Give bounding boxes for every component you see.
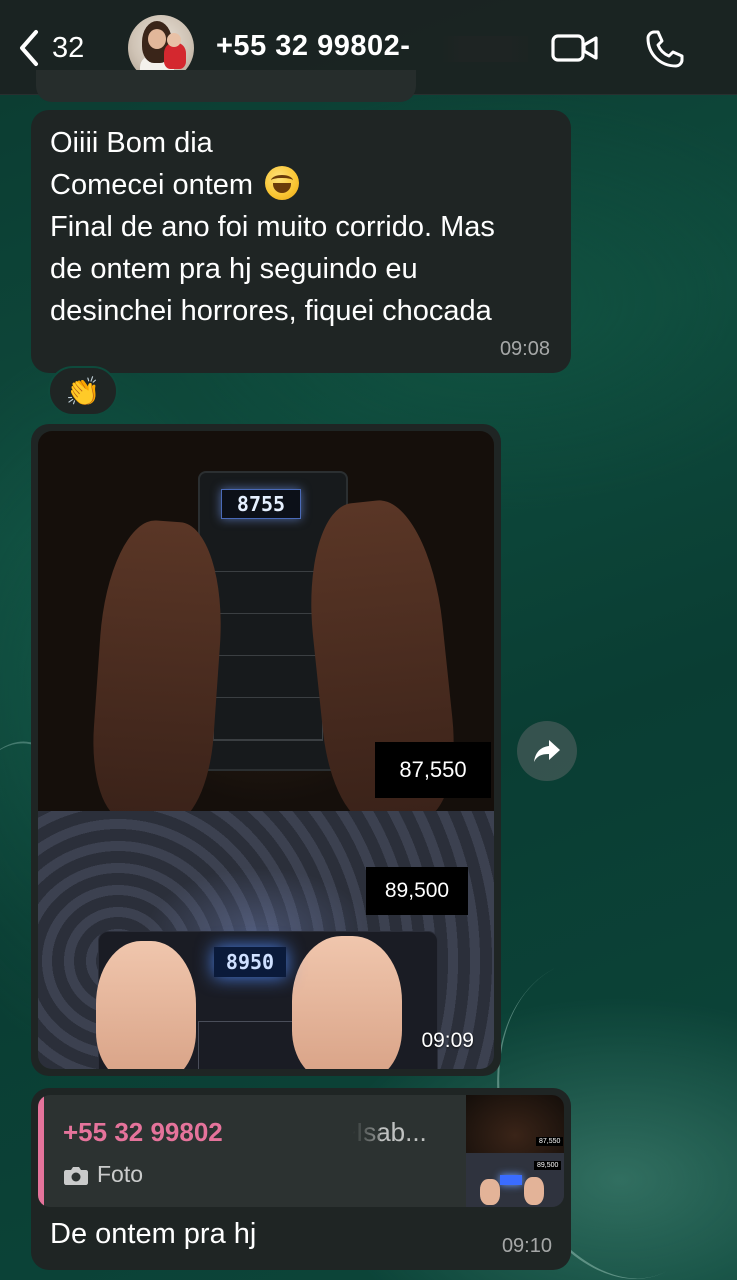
weight-label: 89,500 <box>366 867 468 915</box>
quoted-thumbnail: 87,550 89,500 <box>466 1095 564 1207</box>
scale-display: 8755 <box>221 489 301 519</box>
message-time: 09:10 <box>501 1235 552 1257</box>
forward-button[interactable] <box>517 721 577 781</box>
quoted-type: Foto <box>63 1161 143 1188</box>
unread-count: 32 <box>52 31 85 64</box>
message-text: De ontem pra hj <box>50 1218 257 1250</box>
phone-call-icon <box>646 30 684 68</box>
redaction-mask <box>440 36 528 62</box>
quoted-message[interactable]: +55 32 99802 ~Isab... Foto 87,550 89,500 <box>38 1095 564 1207</box>
laughing-emoji-icon <box>265 166 300 200</box>
camera-icon <box>64 1166 88 1185</box>
back-button[interactable]: 32 <box>16 28 84 68</box>
message-time: 09:09 <box>421 1029 474 1052</box>
message-time: 09:08 <box>499 338 550 360</box>
clapping-hands-icon: 👏 <box>65 375 101 407</box>
message-bubble-incoming[interactable]: Oiiii Bom dia Comecei ontem Final de ano… <box>31 110 571 373</box>
video-call-icon <box>551 34 598 62</box>
scale-photo-2[interactable]: 8950 89,500 09:09 <box>38 811 494 1069</box>
forward-arrow-icon <box>534 740 560 762</box>
quote-accent-bar <box>38 1095 44 1207</box>
contact-name[interactable]: +55 32 99802- <box>216 30 410 63</box>
image-message-bubble[interactable]: 8755 87,550 8950 89,500 09:09 <box>31 424 501 1076</box>
phone-call-button[interactable] <box>644 28 686 70</box>
message-text: Oiiii Bom dia Comecei ontem Final de ano… <box>50 127 495 327</box>
weight-label: 87,550 <box>375 742 491 798</box>
chevron-left-icon <box>20 30 38 66</box>
redaction-mask <box>270 1121 380 1147</box>
video-call-button[interactable] <box>551 28 599 68</box>
scale-photo-1[interactable]: 8755 87,550 <box>38 431 494 811</box>
scale-display: 8950 <box>214 947 286 977</box>
reply-message-bubble[interactable]: +55 32 99802 ~Isab... Foto 87,550 89,500 … <box>31 1088 571 1270</box>
previous-message-bubble <box>36 70 416 102</box>
reaction-badge[interactable]: 👏 <box>48 366 118 416</box>
quoted-sender: +55 32 99802 ~Isab... <box>63 1117 427 1147</box>
